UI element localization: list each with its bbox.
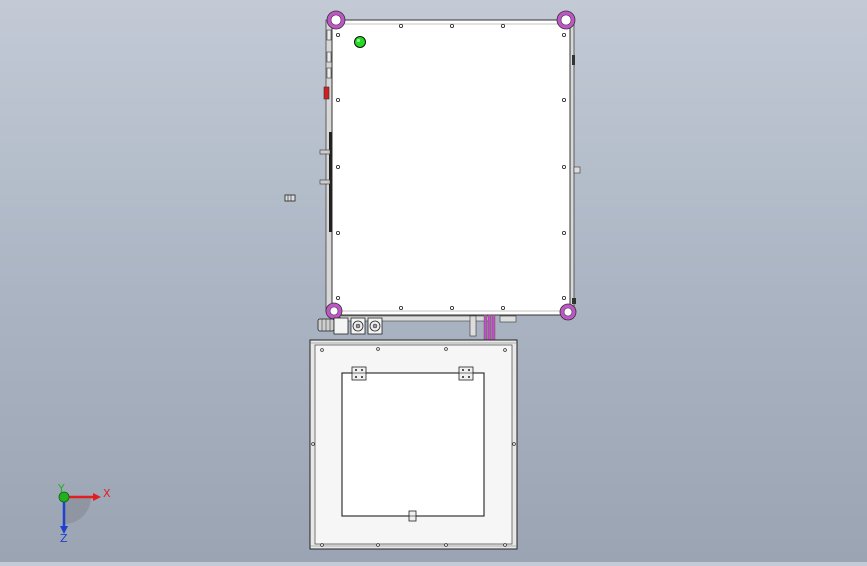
hinge-left xyxy=(351,366,367,381)
corner-foot-bottom-right xyxy=(559,303,577,321)
loose-connector-part xyxy=(284,194,296,202)
door-latch xyxy=(408,510,417,522)
corner-foot-top-right xyxy=(556,10,576,30)
door-panel xyxy=(341,372,485,517)
lower-frame xyxy=(309,339,518,550)
z-axis-label: Z xyxy=(60,532,68,545)
orientation-triad[interactable]: X Y Z xyxy=(57,482,111,545)
y-axis-label: Y xyxy=(57,482,65,495)
x-axis-label: X xyxy=(103,487,111,500)
cabinet-face xyxy=(331,19,571,316)
pipe-fitting xyxy=(469,315,477,337)
cad-model-drawing: X Y Z xyxy=(57,10,581,550)
bracket-right xyxy=(499,315,517,323)
round-connector-2 xyxy=(367,317,383,335)
upper-cabinet xyxy=(284,10,581,321)
corner-foot-bottom-left xyxy=(325,302,343,320)
bottom-connectors xyxy=(317,314,517,342)
connector-block xyxy=(333,317,349,335)
indicator-light xyxy=(354,36,366,48)
pipe-bundle xyxy=(483,314,496,342)
hinge-right xyxy=(458,366,474,381)
cad-viewport[interactable]: X Y Z xyxy=(0,0,867,562)
round-connector-1 xyxy=(350,317,366,335)
corner-foot-top-left xyxy=(326,10,346,30)
cable-gland-left xyxy=(317,318,335,332)
